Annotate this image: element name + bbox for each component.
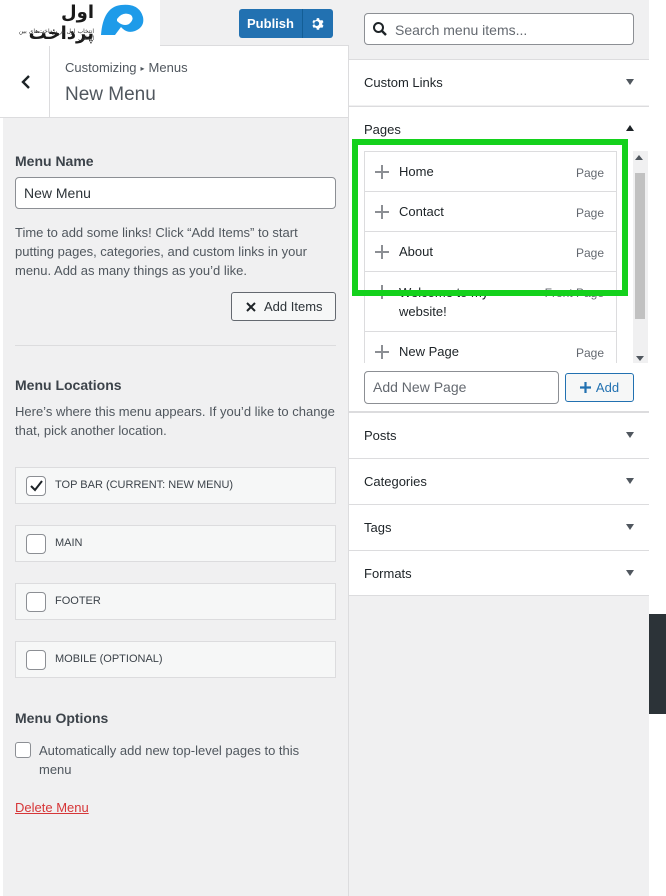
plus-icon bbox=[375, 245, 389, 259]
search-input[interactable]: Search menu items... bbox=[364, 13, 634, 45]
add-items-label: Add Items bbox=[264, 299, 323, 314]
menu-name-help: Time to add some links! Click “Add Items… bbox=[15, 225, 307, 278]
back-button[interactable] bbox=[3, 46, 50, 117]
page-title: New Menu bbox=[65, 84, 156, 105]
scroll-up-icon[interactable] bbox=[635, 155, 643, 160]
location-checkbox[interactable] bbox=[26, 650, 46, 670]
auto-add-pages-checkbox[interactable] bbox=[15, 742, 31, 758]
chevron-down-icon bbox=[626, 524, 634, 530]
add-items-button[interactable]: Add Items bbox=[231, 292, 336, 321]
location-top-bar[interactable]: TOP BAR (CURRENT: NEW MENU) bbox=[15, 467, 336, 504]
section-custom-links[interactable]: Custom Links bbox=[349, 59, 649, 105]
location-main[interactable]: MAIN bbox=[15, 525, 336, 562]
list-item[interactable]: Home Page bbox=[365, 152, 616, 192]
page-type: Page bbox=[575, 246, 604, 260]
section-formats[interactable]: Formats bbox=[349, 550, 649, 596]
preview-dark-strip bbox=[649, 614, 666, 714]
publish-settings-gear-icon[interactable] bbox=[303, 9, 333, 38]
location-label: MOBILE (OPTIONAL) bbox=[55, 653, 163, 665]
page-list: Home Page Contact Page About Page Welcom… bbox=[364, 151, 617, 363]
menu-name-input[interactable]: New Menu bbox=[15, 177, 336, 209]
add-page-label: Add bbox=[595, 380, 620, 395]
customizer-controls-panel: اول پرداخت انتخاب اول در پرداخت‌های بین … bbox=[0, 0, 349, 896]
plus-icon bbox=[375, 205, 389, 219]
section-categories[interactable]: Categories bbox=[349, 458, 649, 504]
menu-locations-label: Menu Locations bbox=[15, 377, 122, 393]
breadcrumb: Customizing ▸ Menus bbox=[65, 60, 188, 75]
page-name: New Page bbox=[399, 344, 459, 359]
page-type: Page bbox=[575, 166, 604, 180]
page-name: Welcome to my website! bbox=[399, 285, 489, 319]
list-item[interactable]: Contact Page bbox=[365, 192, 616, 232]
brand-logo-subtitle: انتخاب اول در پرداخت‌های بین المللی bbox=[18, 28, 94, 42]
list-item[interactable]: New Page Page bbox=[365, 332, 616, 363]
section-title: Posts bbox=[364, 428, 397, 443]
section-pages: Pages Home Page Contact Page About Page … bbox=[349, 106, 649, 412]
page-name: Contact bbox=[399, 204, 444, 219]
page-name: About bbox=[399, 244, 433, 259]
chevron-down-icon bbox=[626, 79, 634, 85]
location-label: FOOTER bbox=[55, 595, 101, 607]
plus-icon bbox=[375, 165, 389, 179]
section-title: Custom Links bbox=[364, 75, 443, 90]
menu-name-label: Menu Name bbox=[15, 153, 94, 169]
divider bbox=[15, 345, 336, 346]
brand-logo-icon bbox=[101, 4, 144, 35]
location-checkbox[interactable] bbox=[26, 476, 46, 496]
brand-logo: اول پرداخت انتخاب اول در پرداخت‌های بین … bbox=[0, 0, 160, 46]
breadcrumb-arrow-icon: ▸ bbox=[140, 64, 145, 73]
publish-label: Publish bbox=[247, 16, 294, 31]
section-header: Customizing ▸ Menus New Menu bbox=[0, 46, 348, 118]
chevron-down-icon bbox=[626, 478, 634, 484]
auto-add-pages-label: Automatically add new top-level pages to… bbox=[39, 743, 300, 777]
plus-icon bbox=[579, 382, 591, 393]
chevron-left-icon bbox=[21, 74, 30, 89]
chevron-up-icon[interactable] bbox=[626, 125, 634, 131]
location-checkbox[interactable] bbox=[26, 592, 46, 612]
section-title: Categories bbox=[364, 474, 427, 489]
section-tags[interactable]: Tags bbox=[349, 504, 649, 550]
chevron-down-icon bbox=[626, 570, 634, 576]
location-label: MAIN bbox=[55, 537, 83, 549]
scrollbar-thumb[interactable] bbox=[635, 173, 645, 319]
chevron-down-icon bbox=[626, 432, 634, 438]
scroll-down-icon[interactable] bbox=[636, 356, 644, 361]
breadcrumb-root: Customizing bbox=[65, 60, 137, 75]
search-placeholder: Search menu items... bbox=[395, 22, 528, 38]
section-posts[interactable]: Posts bbox=[349, 412, 649, 458]
location-checkbox[interactable] bbox=[26, 534, 46, 554]
menu-locations-help: Here’s where this menu appears. If you’d… bbox=[15, 404, 335, 438]
page-type: Front Page bbox=[544, 286, 604, 300]
location-footer[interactable]: FOOTER bbox=[15, 583, 336, 620]
section-title: Formats bbox=[364, 566, 412, 581]
breadcrumb-current: Menus bbox=[148, 60, 188, 75]
delete-menu-link[interactable]: Delete Menu bbox=[15, 800, 89, 815]
page-type: Page bbox=[575, 206, 604, 220]
page-type: Page bbox=[575, 346, 604, 360]
plus-icon bbox=[375, 285, 389, 299]
publish-button[interactable]: Publish bbox=[239, 9, 333, 38]
list-item[interactable]: Welcome to my website! Front Page bbox=[365, 272, 616, 332]
section-title[interactable]: Pages bbox=[364, 122, 401, 137]
new-page-input[interactable]: Add New Page bbox=[364, 371, 559, 404]
add-page-button[interactable]: Add bbox=[565, 373, 634, 402]
customizer-header-bar: اول پرداخت انتخاب اول در پرداخت‌های بین … bbox=[0, 0, 349, 46]
section-title: Tags bbox=[364, 520, 392, 535]
close-icon bbox=[246, 301, 256, 312]
available-menu-items-panel: Search menu items... Custom Links Pages … bbox=[349, 0, 649, 896]
page-name: Home bbox=[399, 164, 434, 179]
search-icon bbox=[373, 22, 387, 36]
location-mobile[interactable]: MOBILE (OPTIONAL) bbox=[15, 641, 336, 678]
checkmark-icon bbox=[30, 480, 43, 492]
panel-edge bbox=[0, 0, 3, 896]
menu-options-label: Menu Options bbox=[15, 710, 109, 726]
location-label: TOP BAR (CURRENT: NEW MENU) bbox=[55, 479, 234, 491]
list-item[interactable]: About Page bbox=[365, 232, 616, 272]
preview-edge bbox=[649, 0, 666, 896]
plus-icon bbox=[375, 345, 389, 359]
